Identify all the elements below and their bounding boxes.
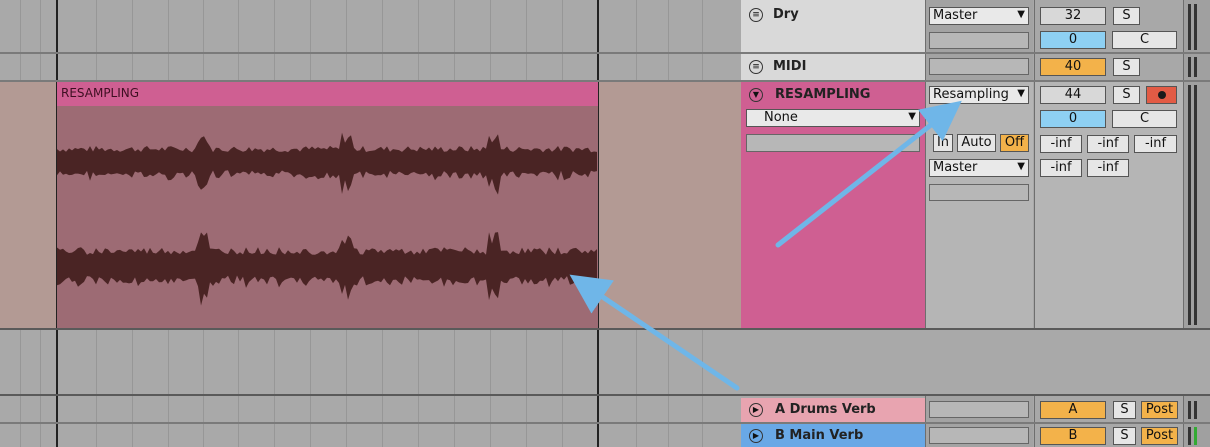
track-fold-icon[interactable]: ▼	[749, 88, 763, 102]
ableton-session: RESAMPLING ≡ Dry ≡ MIDI ▼ RESAMPLING Non…	[0, 0, 1210, 447]
track-name: A Drums Verb	[775, 402, 876, 417]
post-button[interactable]: Post	[1141, 427, 1178, 445]
pan-mode-button[interactable]: C	[1112, 110, 1177, 128]
track-header-dry[interactable]: ≡ Dry	[741, 0, 925, 52]
input-type-select[interactable]: Resampling ▼	[929, 86, 1029, 104]
track-header-midi[interactable]: ≡ MIDI	[741, 54, 925, 80]
output-type-select[interactable]: Master ▼	[929, 7, 1029, 25]
track-name: Dry	[773, 7, 799, 22]
track-name: B Main Verb	[775, 428, 864, 443]
lane-background-left	[0, 82, 56, 328]
chevron-down-icon: ▼	[1017, 161, 1025, 172]
volume-field[interactable]: 44	[1040, 86, 1106, 104]
send-c-field[interactable]: -inf	[1134, 135, 1177, 153]
solo-button[interactable]: S	[1113, 7, 1140, 25]
pan-mode-button[interactable]: C	[1112, 31, 1177, 49]
solo-button[interactable]: S	[1113, 427, 1136, 445]
solo-button[interactable]: S	[1113, 86, 1140, 104]
return-a-letter[interactable]: A	[1040, 401, 1106, 419]
output-channel-select[interactable]	[929, 32, 1029, 49]
output-type-select[interactable]: Master ▼	[929, 159, 1029, 177]
track-name: RESAMPLING	[775, 87, 871, 102]
chevron-down-icon: ▼	[1017, 88, 1025, 99]
input-monitor-empty	[746, 134, 920, 152]
monitor-in-button[interactable]: In	[933, 134, 953, 152]
empty-drop-area[interactable]	[741, 330, 1210, 394]
send-b-field[interactable]: -inf	[1087, 135, 1129, 153]
arm-record-button[interactable]	[1146, 86, 1177, 104]
send-e-field[interactable]: -inf	[1087, 159, 1129, 177]
chevron-down-icon: ▼	[1017, 9, 1025, 20]
pan-field[interactable]: 0	[1040, 31, 1106, 49]
track-fold-icon[interactable]: ▶	[749, 403, 763, 417]
midi-output-select[interactable]	[929, 58, 1029, 75]
track-fold-icon[interactable]: ≡	[749, 60, 763, 74]
io-resampling-bg	[926, 82, 1033, 328]
monitor-auto-button[interactable]: Auto	[957, 134, 996, 152]
solo-button[interactable]: S	[1113, 58, 1140, 76]
send-d-field[interactable]: -inf	[1040, 159, 1082, 177]
waveform	[57, 132, 597, 306]
return-a-output[interactable]	[929, 401, 1029, 418]
return-b-output[interactable]	[929, 427, 1029, 444]
track-header-drums-verb[interactable]: ▶ A Drums Verb	[741, 398, 925, 422]
chevron-down-icon: ▼	[908, 111, 916, 122]
arrangement-view[interactable]: RESAMPLING	[0, 0, 741, 447]
track-header-resampling[interactable]: ▼ RESAMPLING None ▼	[741, 82, 925, 328]
pan-field[interactable]: 0	[1040, 110, 1106, 128]
solo-button[interactable]: S	[1113, 401, 1136, 419]
lane-background-right	[599, 82, 741, 328]
track-fold-icon[interactable]: ▶	[749, 429, 763, 443]
audio-clip[interactable]: RESAMPLING	[57, 82, 598, 328]
post-button[interactable]: Post	[1141, 401, 1178, 419]
clip-name: RESAMPLING	[61, 86, 140, 100]
send-a-field[interactable]: -inf	[1040, 135, 1082, 153]
track-fold-icon[interactable]: ≡	[749, 8, 763, 22]
track-header-main-verb[interactable]: ▶ B Main Verb	[741, 424, 925, 447]
track-name: MIDI	[773, 59, 807, 74]
volume-field[interactable]: 40	[1040, 58, 1106, 76]
input-channel-select[interactable]: None ▼	[746, 109, 920, 127]
monitor-off-button[interactable]: Off	[1000, 134, 1029, 152]
volume-field[interactable]: 32	[1040, 7, 1106, 25]
clip-header[interactable]: RESAMPLING	[57, 82, 598, 106]
output-channel-select[interactable]	[929, 184, 1029, 201]
return-b-letter[interactable]: B	[1040, 427, 1106, 445]
